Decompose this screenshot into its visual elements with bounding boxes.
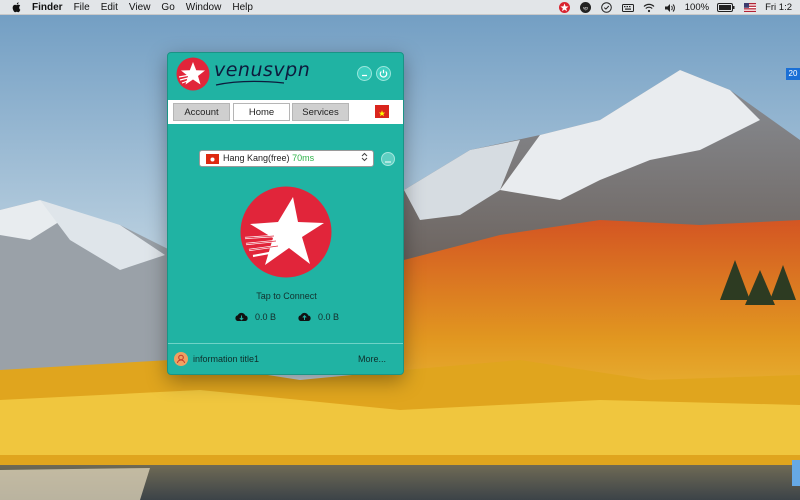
tab-services[interactable]: Services — [292, 103, 349, 121]
menu-go[interactable]: Go — [161, 2, 174, 13]
server-flag-icon — [206, 154, 219, 164]
footer-divider — [168, 343, 403, 344]
refresh-servers-button[interactable] — [381, 152, 395, 166]
upload-value: 0.0 B — [318, 312, 340, 322]
side-panel-edge[interactable] — [792, 460, 800, 486]
server-select[interactable]: Hang Kang(free) 70ms — [199, 150, 374, 167]
battery-percent: 100% — [684, 2, 710, 13]
keyboard-icon[interactable] — [621, 2, 634, 14]
tab-home[interactable]: Home — [233, 103, 290, 121]
menu-bar: Finder File Edit View Go Window Help vp … — [0, 0, 800, 15]
menu-help[interactable]: Help — [232, 2, 253, 13]
volume-icon[interactable] — [664, 2, 676, 14]
us-flag-icon[interactable] — [744, 2, 757, 14]
tab-account[interactable]: Account — [173, 103, 230, 121]
cloud-download-icon — [235, 312, 248, 321]
venusvpn-status-icon[interactable] — [559, 2, 571, 14]
wifi-icon[interactable] — [643, 2, 655, 14]
venusvpn-window: venusvpn Account Home Services Hang Kang… — [167, 52, 404, 375]
brand-swoosh-icon — [215, 80, 285, 86]
download-stat: 0.0 B — [234, 310, 276, 324]
menu-file[interactable]: File — [74, 2, 90, 13]
server-name: Hang Kang(free) — [223, 153, 290, 163]
battery-icon[interactable] — [717, 2, 735, 14]
side-notification-badge[interactable]: 20 — [786, 68, 800, 80]
svg-text:vp: vp — [583, 5, 588, 10]
more-link[interactable]: More... — [358, 354, 386, 364]
connect-label: Tap to Connect — [256, 291, 317, 301]
cloud-upload-icon — [298, 312, 311, 321]
connect-button[interactable] — [240, 186, 332, 278]
apple-menu-icon[interactable] — [11, 1, 23, 13]
language-flag-icon[interactable] — [375, 105, 389, 118]
info-avatar-icon — [174, 352, 188, 366]
check-circle-icon[interactable] — [601, 2, 613, 14]
menu-view[interactable]: View — [129, 2, 151, 13]
menu-app-name[interactable]: Finder — [32, 2, 63, 13]
menu-edit[interactable]: Edit — [101, 2, 118, 13]
minimize-button[interactable] — [357, 66, 372, 81]
power-button[interactable] — [376, 66, 391, 81]
upload-stat: 0.0 B — [297, 310, 339, 324]
menu-window[interactable]: Window — [186, 2, 222, 13]
vpn-badge-icon[interactable]: vp — [580, 2, 592, 14]
select-arrows-icon — [361, 151, 368, 168]
server-label: Hang Kang(free) 70ms — [223, 151, 314, 166]
menu-clock[interactable]: Fri 1:2 — [765, 2, 792, 13]
status-area: vp 100% Fri 1:2 — [559, 0, 800, 15]
information-title[interactable]: information title1 — [193, 354, 259, 364]
download-value: 0.0 B — [255, 312, 277, 322]
venusvpn-logo-icon — [176, 57, 210, 91]
server-ping: 70ms — [292, 153, 315, 163]
